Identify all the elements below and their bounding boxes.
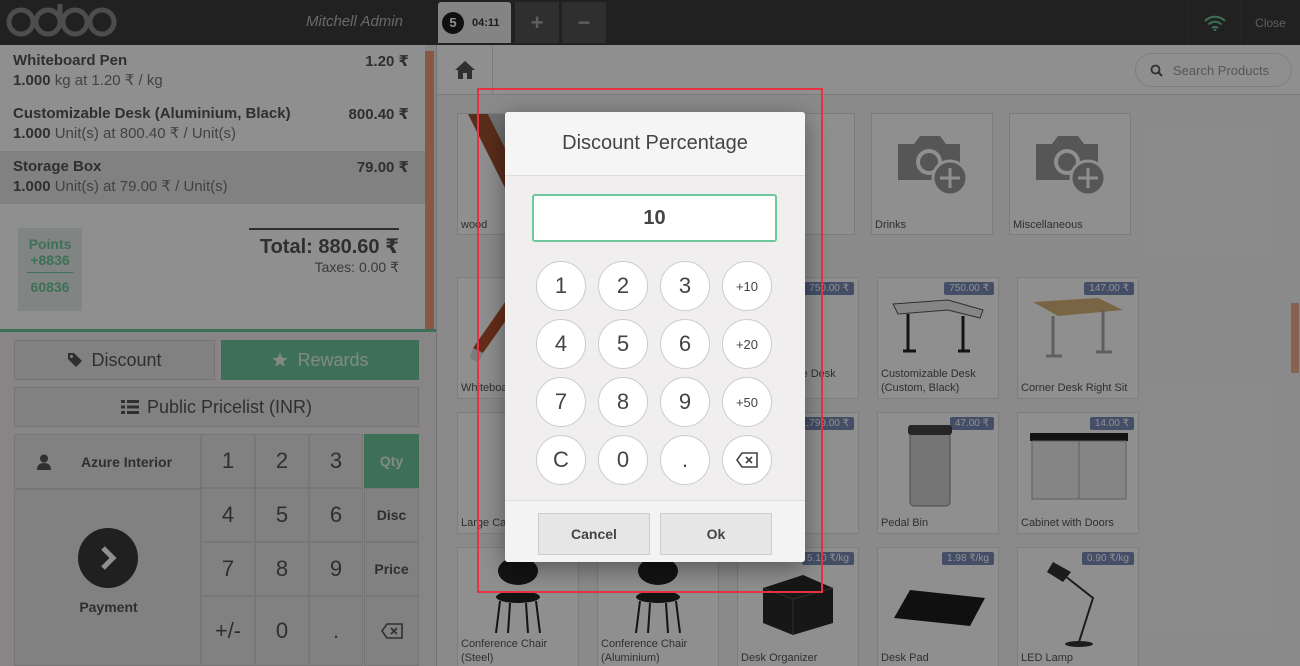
popup-key-plus20[interactable]: +20 [722, 319, 772, 369]
popup-key-dot[interactable]: . [660, 435, 710, 485]
popup-footer: Cancel Ok [505, 500, 805, 562]
popup-title: Discount Percentage [505, 112, 805, 176]
backspace-icon [736, 452, 758, 468]
popup-key-7[interactable]: 7 [536, 377, 586, 427]
popup-key-6[interactable]: 6 [660, 319, 710, 369]
ok-button[interactable]: Ok [660, 513, 772, 555]
popup-key-plus10[interactable]: +10 [722, 261, 772, 311]
popup-key-4[interactable]: 4 [536, 319, 586, 369]
popup-key-5[interactable]: 5 [598, 319, 648, 369]
popup-key-2[interactable]: 2 [598, 261, 648, 311]
popup-key-9[interactable]: 9 [660, 377, 710, 427]
discount-popup: Discount Percentage 10 1 2 3 +10 4 5 6 +… [505, 112, 805, 562]
popup-key-3[interactable]: 3 [660, 261, 710, 311]
popup-key-0[interactable]: 0 [598, 435, 648, 485]
popup-key-plus50[interactable]: +50 [722, 377, 772, 427]
cancel-button[interactable]: Cancel [538, 513, 650, 555]
popup-key-1[interactable]: 1 [536, 261, 586, 311]
discount-input[interactable]: 10 [532, 194, 777, 242]
popup-key-clear[interactable]: C [536, 435, 586, 485]
popup-key-8[interactable]: 8 [598, 377, 648, 427]
popup-key-backspace[interactable] [722, 435, 772, 485]
